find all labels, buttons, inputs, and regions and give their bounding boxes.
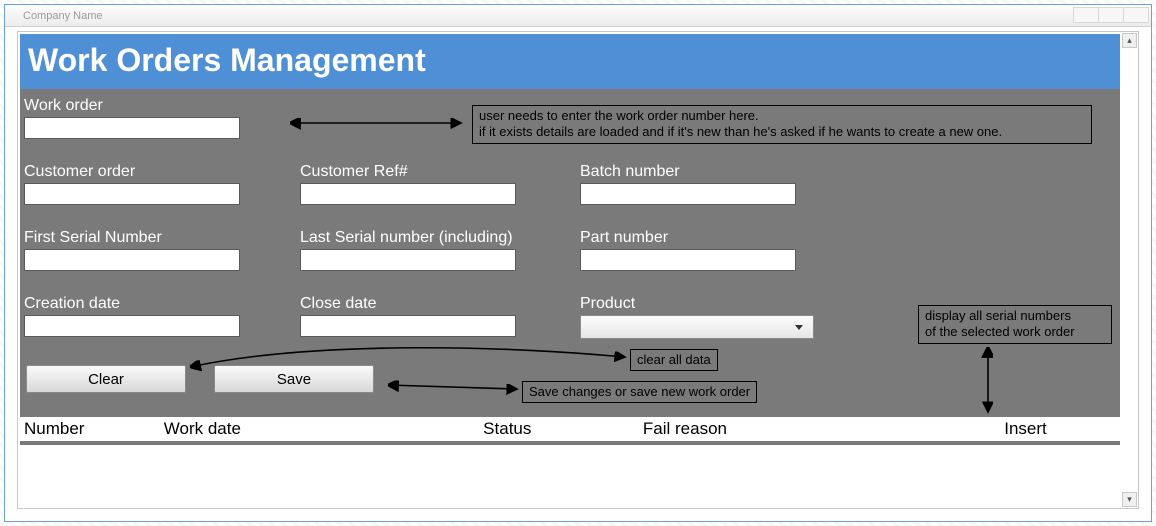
scroll-up-button[interactable]: ▴ (1122, 33, 1137, 48)
save-annotation: Save changes or save new work order (522, 381, 757, 403)
col-fail-reason: Fail reason (639, 419, 1000, 439)
col-insert: Insert (1000, 419, 1120, 439)
table-header: Number Work date Status Fail reason Inse… (20, 417, 1120, 441)
customer-order-label: Customer order (24, 163, 240, 181)
part-number-input[interactable] (580, 249, 796, 271)
customer-order-input[interactable] (24, 183, 240, 205)
clear-annotation: clear all data (630, 349, 718, 371)
window-frame: Company Name ▴ ▾ Work Orders Management … (4, 4, 1152, 522)
col-status: Status (479, 419, 639, 439)
batch-number-label: Batch number (580, 163, 796, 181)
col-work-date: Work date (160, 419, 479, 439)
last-serial-label: Last Serial number (including) (300, 229, 516, 247)
batch-number-input[interactable] (580, 183, 796, 205)
customer-ref-input[interactable] (300, 183, 516, 205)
first-serial-label: First Serial Number (24, 229, 240, 247)
scroll-down-button[interactable]: ▾ (1122, 492, 1137, 507)
window-maximize-button[interactable] (1098, 7, 1124, 23)
last-serial-input[interactable] (300, 249, 516, 271)
customer-ref-label: Customer Ref# (300, 163, 516, 181)
product-dropdown[interactable] (580, 315, 814, 339)
panel: ▴ ▾ Work Orders Management Work order Cu… (17, 31, 1139, 509)
work-order-annotation: user needs to enter the work order numbe… (472, 105, 1092, 144)
window-minimize-button[interactable] (1073, 7, 1099, 23)
close-date-input[interactable] (300, 315, 516, 337)
close-date-label: Close date (300, 295, 516, 313)
work-order-input[interactable] (24, 117, 240, 139)
form-body: Work order Customer order Customer Ref# … (20, 89, 1120, 445)
col-number: Number (20, 419, 160, 439)
titlebar: Company Name (5, 5, 1151, 27)
product-label: Product (580, 295, 814, 313)
work-order-label: Work order (24, 97, 240, 115)
first-serial-input[interactable] (24, 249, 240, 271)
window-close-button[interactable] (1123, 7, 1149, 23)
save-button[interactable]: Save (214, 365, 374, 393)
creation-date-label: Creation date (24, 295, 240, 313)
creation-date-input[interactable] (24, 315, 240, 337)
page-title: Work Orders Management (20, 34, 1120, 89)
clear-button[interactable]: Clear (26, 365, 186, 393)
serial-display-annotation: display all serial numbers of the select… (918, 305, 1112, 344)
window-title: Company Name (23, 10, 102, 22)
part-number-label: Part number (580, 229, 796, 247)
